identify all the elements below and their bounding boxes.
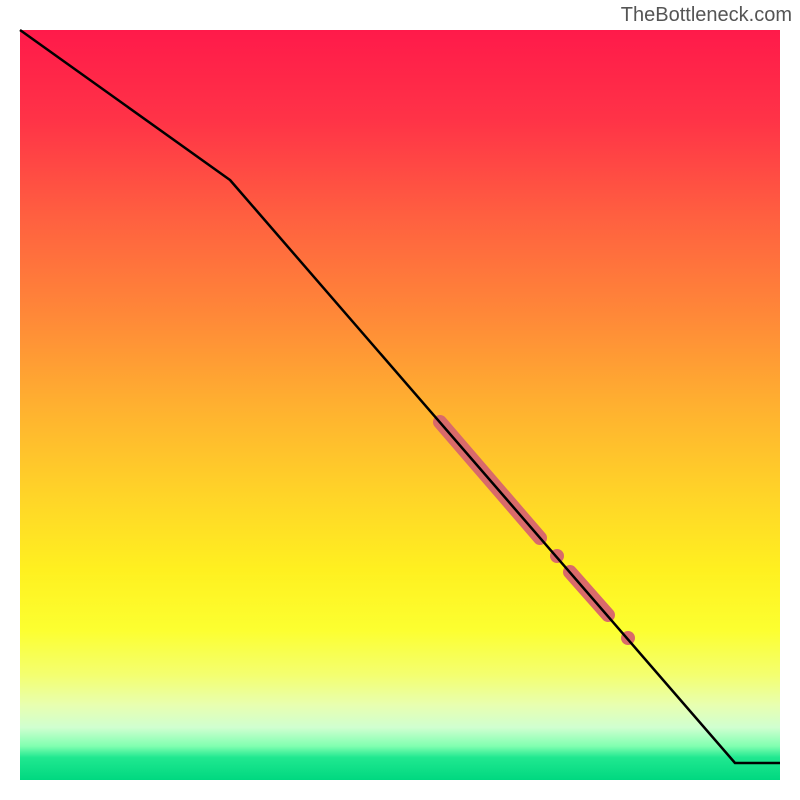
plot-background (20, 30, 780, 780)
chart-container: TheBottleneck.com (0, 0, 800, 800)
watermark: TheBottleneck.com (621, 4, 792, 27)
chart-svg (0, 0, 800, 800)
